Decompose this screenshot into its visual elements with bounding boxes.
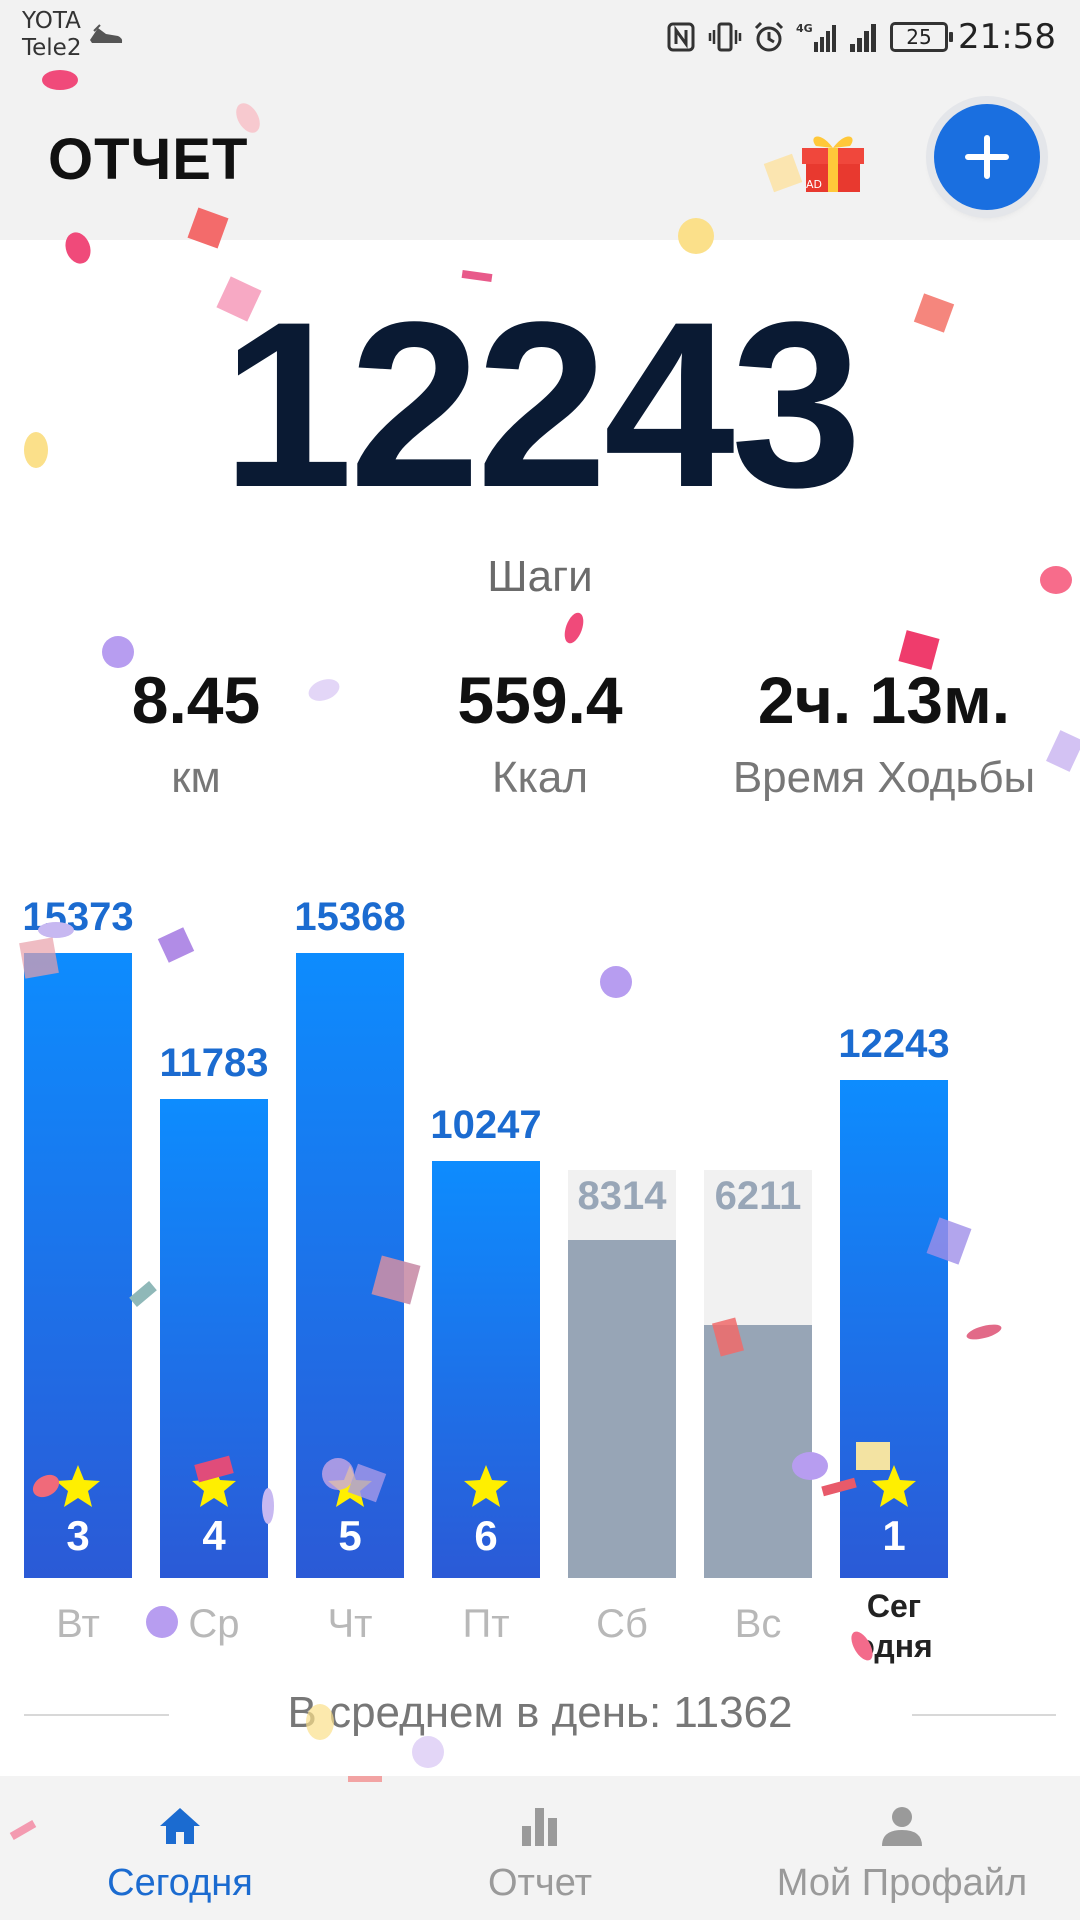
battery-indicator: 25 (890, 22, 954, 52)
shoe-icon (90, 24, 123, 43)
signal-icon (850, 24, 877, 52)
gift-icon[interactable]: AD (796, 122, 870, 196)
day-label: Сег одня (855, 1588, 933, 1664)
nav-today[interactable]: Сегодня (30, 1776, 330, 1920)
walk-time-stat: 2ч. 13м. Время Ходьбы (704, 662, 1064, 808)
day-label: Ср (188, 1602, 240, 1646)
day-label: Сб (596, 1602, 648, 1646)
home-icon (160, 1808, 200, 1844)
distance-unit: км (171, 753, 221, 802)
person-icon (882, 1807, 922, 1846)
nav-profile-label: Мой Профайл (776, 1862, 1028, 1904)
daily-average: В среднем в день: 11362 (287, 1688, 793, 1737)
goal-streak-count: 5 (338, 1512, 362, 1559)
calories-unit: Ккал (492, 753, 588, 802)
goal-streak-count: 4 (202, 1512, 226, 1559)
goal-streak-count: 1 (882, 1512, 906, 1559)
carrier-1: YOTA (22, 8, 81, 34)
star-icon (463, 1464, 509, 1508)
bar-value-label: 10247 (430, 1103, 542, 1147)
goal-streak-count: 6 (474, 1512, 498, 1559)
vibrate-icon (708, 22, 742, 52)
bar-value-label: 11783 (159, 1041, 269, 1085)
nav-profile[interactable]: Мой Профайл (752, 1776, 1052, 1920)
nav-today-label: Сегодня (107, 1862, 253, 1904)
distance-stat: 8.45 км (16, 662, 376, 808)
alarm-icon (754, 21, 784, 52)
carrier-2: Tele2 (22, 35, 82, 61)
bottom-nav: Сегодня Отчет Мой Профайл (0, 1776, 1080, 1920)
gift-ad-badge: AD (806, 178, 822, 191)
day-label: Чт (327, 1602, 373, 1646)
walk-time-label: Время Ходьбы (732, 753, 1036, 802)
calories-stat: 559.4 Ккал (360, 662, 720, 808)
steps-count: 12243 (221, 273, 862, 537)
bar-chart-icon (522, 1808, 557, 1846)
distance-value: 8.45 (131, 663, 261, 737)
add-button[interactable] (934, 104, 1040, 210)
plus-icon (965, 135, 1009, 179)
signal-4g-icon: 4G (796, 22, 837, 52)
clock: 21:58 (958, 17, 1056, 57)
bar-value-label: 15373 (22, 895, 134, 939)
bar-value-label: 8314 (577, 1174, 667, 1218)
nav-report-label: Отчет (487, 1862, 593, 1904)
walk-time-value: 2ч. 13м. (757, 663, 1011, 737)
calories-value: 559.4 (457, 663, 623, 737)
chart-bar-day-sat[interactable] (568, 1240, 676, 1578)
nav-report[interactable]: Отчет (390, 1776, 690, 1920)
svg-text:4G: 4G (796, 22, 813, 35)
carrier-info: YOTA Tele2 (22, 8, 81, 62)
star-icon (191, 1464, 237, 1508)
goal-streak-count: 3 (66, 1512, 90, 1559)
day-label: Вс (734, 1602, 782, 1646)
day-label: Пт (462, 1602, 510, 1646)
steps-label: Шаги (487, 552, 593, 601)
app-header: ОТЧЕТ AD (0, 74, 1080, 240)
star-icon (871, 1464, 917, 1508)
star-icon (55, 1464, 101, 1508)
bar-value-label: 6211 (714, 1174, 802, 1218)
star-icon (327, 1464, 373, 1508)
bar-value-label: 15368 (294, 895, 406, 939)
status-bar: YOTA Tele2 4G 25 21:58 (0, 0, 1080, 74)
status-icons: 4G 25 21:58 (664, 14, 1056, 60)
weekly-steps-chart: 15373 3 Вт 11783 4 Ср 15368 5 Чт 10247 6 Пт 8314 Сб 62… (0, 860, 1080, 1664)
nfc-icon (667, 22, 695, 52)
bar-value-label: 12243 (838, 1022, 950, 1066)
chart-bar-day-sun[interactable] (704, 1325, 812, 1578)
day-label: Вт (56, 1602, 100, 1646)
page-title: ОТЧЕТ (48, 127, 249, 192)
